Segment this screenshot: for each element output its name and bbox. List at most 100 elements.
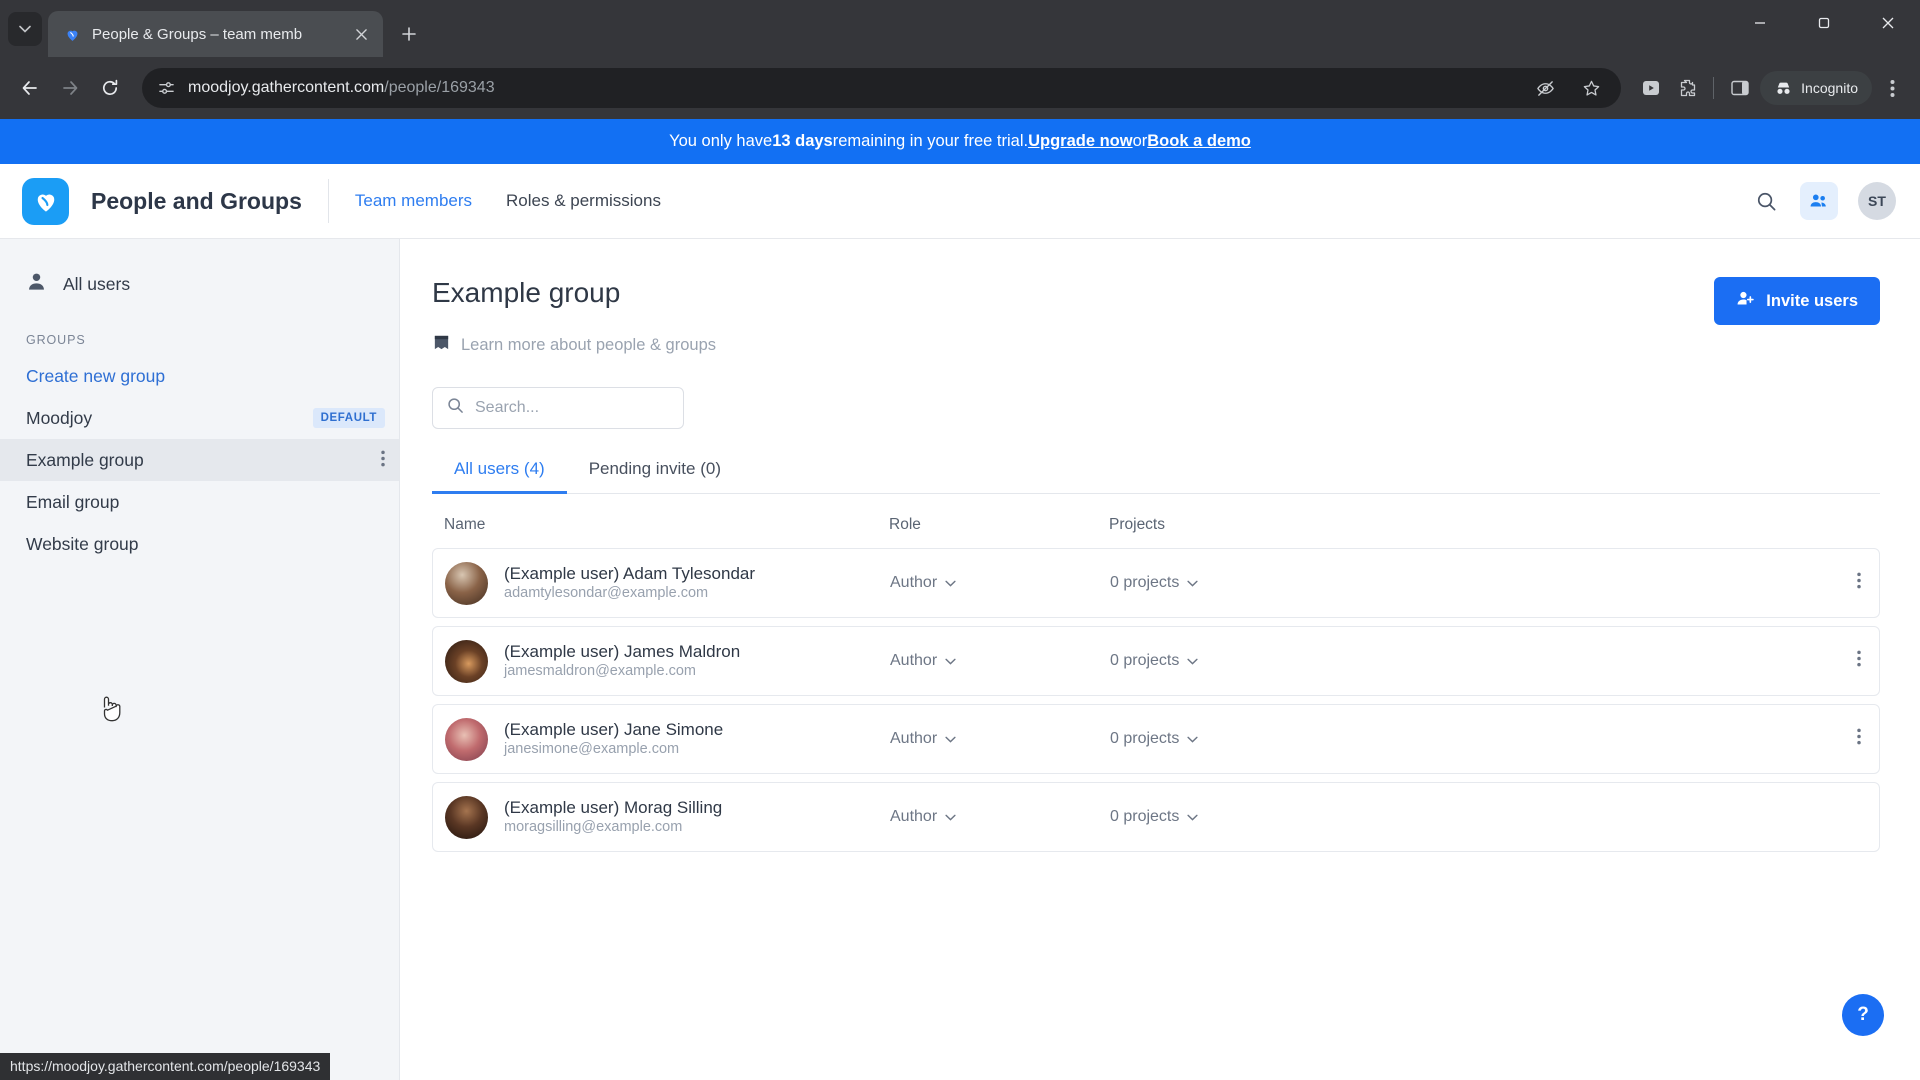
column-header-name: Name [444,516,486,533]
sidebar-section-label: GROUPS [26,333,86,347]
learn-more-link[interactable]: Learn more about people & groups [461,336,716,355]
tab-pending-invite[interactable]: Pending invite (0) [567,459,743,493]
role-dropdown[interactable]: Author [890,808,1110,826]
user-name: (Example user) Morag Silling [504,797,723,817]
upgrade-now-link[interactable]: Upgrade now [1028,132,1133,151]
three-dot-menu-icon[interactable] [381,450,385,470]
user-name: (Example user) James Maldron [504,641,741,661]
page-title: Example group [432,277,621,308]
omnibox-actions [1529,72,1607,104]
trial-middle: remaining in your free trial. [832,132,1029,150]
sidebar-item-moodjoy[interactable]: Moodjoy DEFAULT [0,397,399,439]
browser-toolbar: moodjoy.gathercontent.com/people/169343 [0,57,1920,119]
mouse-cursor [98,694,124,731]
gathercontent-logo-icon[interactable] [22,177,69,225]
table-row[interactable]: (Example user) Jane Simone janesimone@ex… [432,704,1880,774]
nav-team-members[interactable]: Team members [355,191,472,211]
three-dot-menu-icon[interactable] [1839,728,1879,750]
sidebar-item-all-users[interactable]: All users [0,261,399,307]
table-row[interactable]: (Example user) Adam Tylesondar adamtyles… [432,548,1880,618]
avatar [445,639,488,683]
app-header: People and Groups Team members Roles & p… [0,164,1920,239]
projects-value: 0 projects [1110,730,1180,747]
forward-arrow-icon[interactable] [52,70,88,106]
user-name-cell: (Example user) Adam Tylesondar adamtyles… [445,561,890,605]
role-value: Author [890,730,938,747]
projects-dropdown[interactable]: 0 projects [1110,808,1839,826]
incognito-label: Incognito [1801,80,1858,96]
table-row[interactable]: (Example user) James Maldron jamesmaldro… [432,626,1880,696]
page-body: All users GROUPS Create new group Moodjo… [0,239,1920,1080]
invite-users-label: Invite users [1766,291,1858,310]
sidebar-item-example-group[interactable]: Example group [0,439,399,481]
eye-off-icon[interactable] [1529,72,1561,104]
three-dot-menu-icon[interactable] [1876,72,1908,104]
side-panel-icon[interactable] [1724,72,1756,104]
sidebar: All users GROUPS Create new group Moodjo… [0,239,400,1080]
help-button[interactable]: ? [1842,994,1884,1036]
search-input-wrapper[interactable] [432,387,684,429]
tab-strip: People & Groups – team memb [0,0,1920,57]
minimize-icon[interactable] [1728,0,1792,46]
user-name: (Example user) Adam Tylesondar [504,563,756,583]
sidebar-item-create-new-group[interactable]: Create new group [0,355,399,397]
search-icon [447,397,464,419]
incognito-indicator[interactable]: Incognito [1760,71,1872,105]
book-demo-link[interactable]: Book a demo [1147,132,1251,151]
chevron-down-icon [945,730,956,748]
url-path: /people/169343 [384,79,495,96]
new-tab-button[interactable] [391,16,427,52]
sidebar-all-users-label: All users [63,273,131,294]
people-group-icon[interactable] [1800,182,1838,220]
table-row[interactable]: (Example user) Morag Silling moragsillin… [432,782,1880,852]
projects-value: 0 projects [1110,574,1180,591]
header-divider [327,179,329,223]
user-email: janesimone@example.com [504,740,680,757]
status-badge: DEFAULT [312,408,385,428]
user-name: (Example user) Jane Simone [504,719,724,739]
tab-all-users[interactable]: All users (4) [432,459,567,494]
sidebar-item-website-group[interactable]: Website group [0,523,399,565]
role-dropdown[interactable]: Author [890,574,1110,592]
site-settings-icon[interactable] [156,78,176,98]
address-bar[interactable]: moodjoy.gathercontent.com/people/169343 [142,68,1622,108]
maximize-icon[interactable] [1792,0,1856,46]
close-icon[interactable] [349,22,373,46]
browser-tab[interactable]: People & Groups – team memb [48,11,383,57]
search-icon[interactable] [1752,187,1780,215]
learn-more-row[interactable]: Learn more about people & groups [432,333,716,357]
status-bar-url: https://moodjoy.gathercontent.com/people… [0,1053,331,1080]
chevron-down-icon [1187,574,1198,592]
three-dot-menu-icon[interactable] [1839,650,1879,672]
back-arrow-icon[interactable] [12,70,48,106]
role-value: Author [890,574,938,591]
chevron-down-icon [1187,730,1198,748]
invite-users-button[interactable]: Invite users [1714,277,1880,325]
search-input[interactable] [475,399,669,417]
role-dropdown[interactable]: Author [890,652,1110,670]
projects-dropdown[interactable]: 0 projects [1110,652,1839,670]
avatar[interactable]: ST [1858,182,1896,220]
main-content: Example group Learn more about people & … [400,239,1920,1080]
projects-dropdown[interactable]: 0 projects [1110,574,1839,592]
browser-window: People & Groups – team memb moodjoy.gath… [0,0,1920,1080]
projects-value: 0 projects [1110,652,1180,669]
window-close-icon[interactable] [1856,0,1920,46]
add-user-icon [1736,289,1755,313]
content-tabs: All users (4) Pending invite (0) [432,459,1880,494]
sidebar-item-email-group[interactable]: Email group [0,481,399,523]
trial-banner: You only have 13 days remaining in your … [0,119,1920,164]
tab-search-icon[interactable] [8,12,42,46]
table-header: Name Role Projects [432,494,1880,548]
star-icon[interactable] [1575,72,1607,104]
extensions-icon[interactable] [1671,72,1703,104]
sidebar-item-label: Moodjoy [26,407,93,428]
projects-dropdown[interactable]: 0 projects [1110,730,1839,748]
reload-icon[interactable] [92,70,128,106]
media-control-icon[interactable] [1635,72,1667,104]
three-dot-menu-icon[interactable] [1839,572,1879,594]
role-dropdown[interactable]: Author [890,730,1110,748]
column-header-projects: Projects [1109,516,1165,533]
column-header-role: Role [889,516,921,533]
nav-roles-permissions[interactable]: Roles & permissions [506,191,661,211]
